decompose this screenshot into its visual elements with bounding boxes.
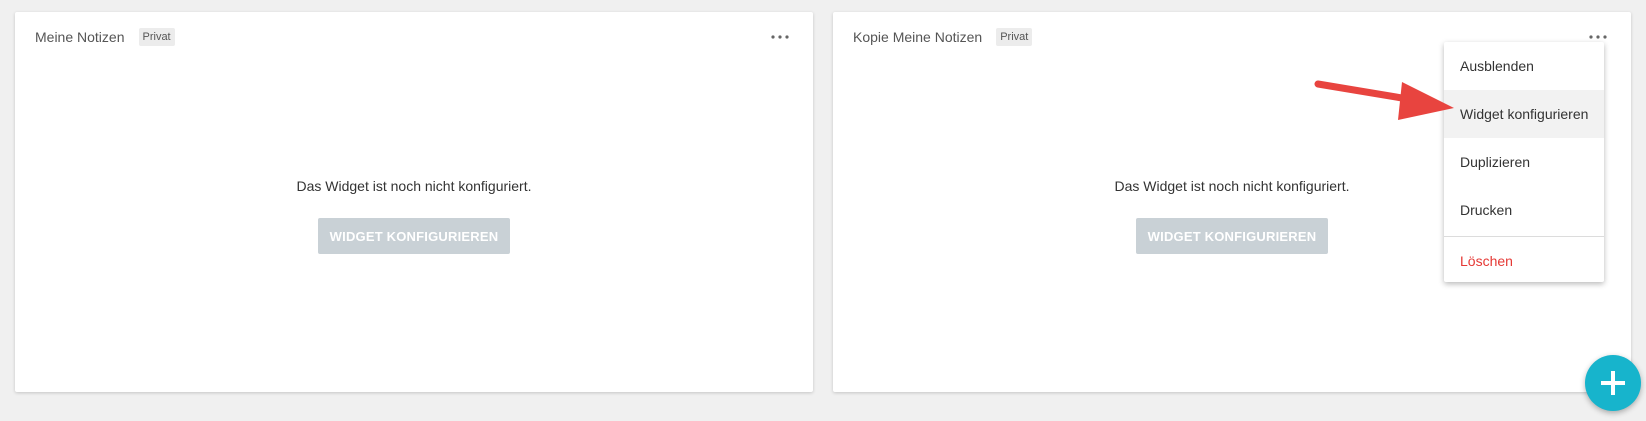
red-arrow-icon <box>1314 80 1454 120</box>
privacy-badge: Privat <box>996 28 1033 46</box>
more-horizontal-icon <box>1589 35 1607 39</box>
add-widget-fab[interactable] <box>1585 355 1641 411</box>
widget-card-meine-notizen: Meine Notizen Privat Das Widget ist noch… <box>15 12 813 392</box>
menu-item-widget-konfigurieren[interactable]: Widget konfigurieren <box>1444 90 1604 138</box>
card-header: Meine Notizen Privat <box>35 26 793 48</box>
not-configured-message: Das Widget ist noch nicht konfiguriert. <box>296 178 532 194</box>
menu-item-drucken[interactable]: Drucken <box>1444 186 1604 234</box>
more-options-button[interactable] <box>767 26 793 48</box>
widget-context-menu: Ausblenden Widget konfigurieren Duplizie… <box>1444 42 1604 282</box>
more-horizontal-icon <box>771 35 789 39</box>
menu-item-duplizieren[interactable]: Duplizieren <box>1444 138 1604 186</box>
widget-title: Meine Notizen <box>35 29 125 45</box>
configure-widget-button[interactable]: WIDGET KONFIGURIEREN <box>1136 218 1328 254</box>
privacy-badge: Privat <box>138 28 175 46</box>
plus-icon <box>1601 371 1625 395</box>
menu-item-ausblenden[interactable]: Ausblenden <box>1444 42 1604 90</box>
widget-title: Kopie Meine Notizen <box>853 29 983 45</box>
configure-widget-button[interactable]: WIDGET KONFIGURIEREN <box>318 218 510 254</box>
menu-item-loeschen[interactable]: Löschen <box>1444 237 1604 285</box>
